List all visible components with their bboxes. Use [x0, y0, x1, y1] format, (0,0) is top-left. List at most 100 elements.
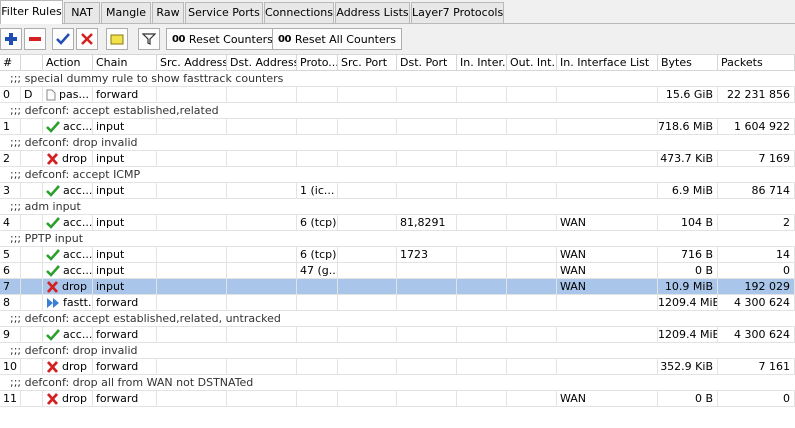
cell-packets: 22 231 856: [718, 87, 795, 102]
rule-comment[interactable]: ;;; PPTP input: [0, 231, 795, 247]
cell-proto: [297, 327, 338, 342]
col-protocol[interactable]: Proto...: [297, 55, 338, 71]
reset-counters-button[interactable]: 00 Reset Counters: [166, 28, 279, 50]
cell-proto: [297, 119, 338, 134]
cell-outif: [507, 119, 557, 134]
cell-num: 11: [0, 391, 21, 406]
tab-layer7-protocols[interactable]: Layer7 Protocols: [411, 2, 504, 24]
table-row[interactable]: 9 acc... forward 1209.4 MiB 4 300 624: [0, 327, 795, 343]
cell-srcaddr: [157, 359, 227, 374]
col-bytes[interactable]: Bytes: [658, 55, 718, 71]
rule-comment[interactable]: ;;; adm input: [0, 199, 795, 215]
rule-comment[interactable]: ;;; defconf: accept ICMP: [0, 167, 795, 183]
table-row[interactable]: 11 drop forward WAN 0 B0: [0, 391, 795, 407]
cell-flag: [21, 327, 43, 342]
cell-srcaddr: [157, 183, 227, 198]
col-src-address[interactable]: Src. Address: [157, 55, 227, 71]
cell-dstport: [397, 87, 457, 102]
drop-icon: [46, 361, 59, 373]
cell-inlist: [557, 87, 658, 102]
col-chain[interactable]: Chain: [93, 55, 157, 71]
cell-dstport: 1723: [397, 247, 457, 262]
rule-comment[interactable]: ;;; defconf: drop invalid: [0, 135, 795, 151]
table-row[interactable]: 0 Dpas... forward 15.6 GiB 22 231 856: [0, 87, 795, 103]
accept-icon: [46, 265, 60, 277]
cell-packets: 0: [718, 263, 795, 278]
reset-counters-prefix: 00: [172, 33, 185, 45]
cell-flag: [21, 151, 43, 166]
table-row[interactable]: 4 acc... input 6 (tcp) 81,8291 WAN 104 B2: [0, 215, 795, 231]
cell-inif: [457, 183, 507, 198]
table-row[interactable]: 2 drop input 473.7 KiB 7 169: [0, 151, 795, 167]
plus-icon: [5, 33, 17, 45]
cell-action: drop: [43, 359, 93, 374]
reset-all-counters-button[interactable]: 00 Reset All Counters: [272, 28, 402, 50]
table-header: # Action Chain Src. Address Dst. Address…: [0, 54, 795, 71]
rule-comment[interactable]: ;;; defconf: accept established,related: [0, 103, 795, 119]
cell-bytes: 10.9 MiB: [658, 279, 718, 294]
col-out-interface[interactable]: Out. Int...: [507, 55, 557, 71]
cell-proto: 47 (g...: [297, 263, 338, 278]
cell-inlist: WAN: [557, 263, 658, 278]
col-action[interactable]: Action: [43, 55, 93, 71]
rule-comment[interactable]: ;;; defconf: accept established,related,…: [0, 311, 795, 327]
cell-num: 6: [0, 263, 21, 278]
tab-nat[interactable]: NAT: [64, 2, 100, 24]
table-row[interactable]: 7 drop input WAN 10.9 MiB 192 029: [0, 279, 795, 295]
table-row[interactable]: 1 acc... input 718.6 MiB 1 604 922: [0, 119, 795, 135]
col-number[interactable]: #: [0, 55, 21, 71]
col-dst-address[interactable]: Dst. Address: [227, 55, 297, 71]
rule-comment[interactable]: ;;; special dummy rule to show fasttrack…: [0, 71, 795, 87]
tab-mangle[interactable]: Mangle: [101, 2, 151, 24]
cell-srcaddr: [157, 391, 227, 406]
col-src-port[interactable]: Src. Port: [338, 55, 397, 71]
cell-flag: [21, 391, 43, 406]
cell-chain: input: [93, 263, 157, 278]
add-button[interactable]: [0, 28, 22, 50]
cell-dstaddr: [227, 295, 297, 310]
cell-srcaddr: [157, 247, 227, 262]
table-row[interactable]: 8 fastt...forward 1209.4 MiB4 300 624: [0, 295, 795, 311]
cell-inif: [457, 247, 507, 262]
col-in-interface[interactable]: In. Inter...: [457, 55, 507, 71]
cell-flag: [21, 183, 43, 198]
cell-chain: input: [93, 183, 157, 198]
enable-button[interactable]: [52, 28, 74, 50]
cell-bytes: 718.6 MiB: [658, 119, 718, 134]
col-packets[interactable]: Packets: [718, 55, 795, 71]
action-label: drop: [62, 392, 87, 405]
cell-dstaddr: [227, 215, 297, 230]
tab-filter-rules[interactable]: Filter Rules: [0, 0, 63, 24]
rule-comment[interactable]: ;;; defconf: drop all from WAN not DSTNA…: [0, 375, 795, 391]
disable-button[interactable]: [76, 28, 98, 50]
table-row[interactable]: 6 acc... input 47 (g... WAN 0 B0: [0, 263, 795, 279]
cell-action: drop: [43, 391, 93, 406]
filter-button[interactable]: [138, 28, 160, 50]
col-in-interface-list[interactable]: In. Interface List: [557, 55, 658, 71]
tab-connections[interactable]: Connections: [264, 2, 334, 24]
cell-inlist: [557, 359, 658, 374]
reset-all-counters-prefix: 00: [278, 33, 291, 45]
cell-srcaddr: [157, 327, 227, 342]
rule-comment[interactable]: ;;; defconf: drop invalid: [0, 343, 795, 359]
cell-proto: 6 (tcp): [297, 247, 338, 262]
toolbar: 00 Reset Counters 00 Reset All Counters: [0, 24, 795, 54]
table-row[interactable]: 5 acc... input 6 (tcp) 1723 WAN 716 B 14: [0, 247, 795, 263]
col-flag[interactable]: [21, 55, 43, 71]
action-label: pas...: [59, 88, 89, 101]
tab-address-lists[interactable]: Address Lists: [335, 2, 410, 24]
comment-button[interactable]: [106, 28, 128, 50]
remove-button[interactable]: [24, 28, 46, 50]
table-row[interactable]: 3 acc... input 1 (ic... 6.9 MiB 86 714: [0, 183, 795, 199]
table-row[interactable]: 10 drop forward 352.9 KiB 7 161: [0, 359, 795, 375]
fasttrack-icon: [47, 298, 59, 308]
cell-chain: forward: [93, 295, 157, 310]
tab-raw[interactable]: Raw: [152, 2, 184, 24]
tab-service-ports[interactable]: Service Ports: [185, 2, 263, 24]
cell-chain: input: [93, 119, 157, 134]
cell-proto: 6 (tcp): [297, 215, 338, 230]
cell-bytes: 716 B: [658, 247, 718, 262]
cell-proto: [297, 279, 338, 294]
cell-dstaddr: [227, 151, 297, 166]
col-dst-port[interactable]: Dst. Port: [397, 55, 457, 71]
